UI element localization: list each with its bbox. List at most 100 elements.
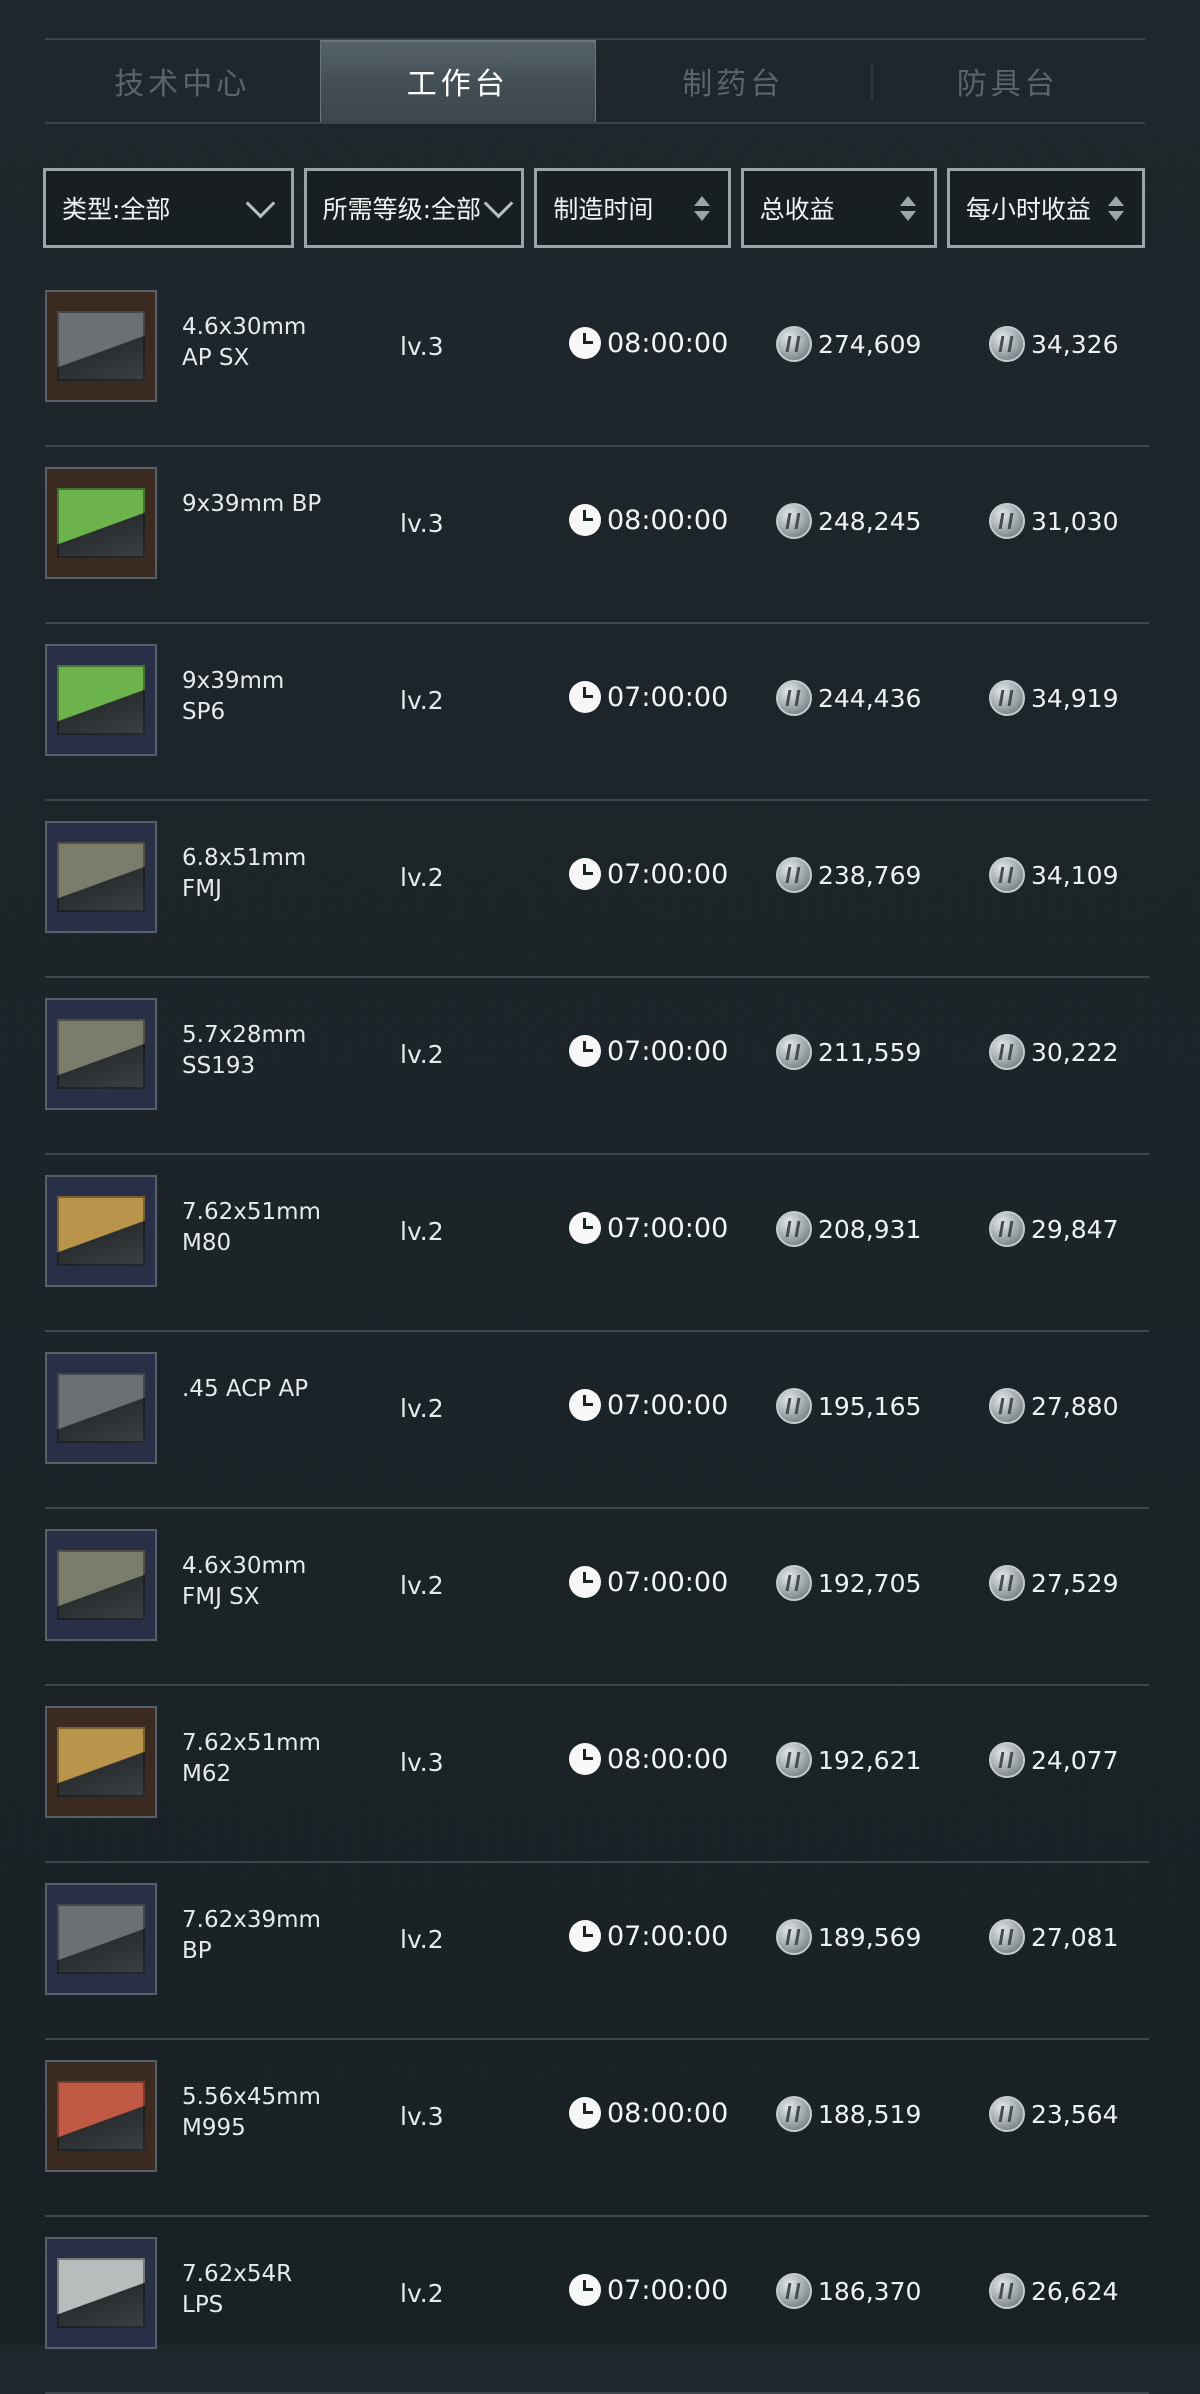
clock-icon: [569, 681, 601, 713]
list-item[interactable]: 7.62x51mm M62 lv.3 08:00:00 192,621 24,0…: [45, 1686, 1149, 1863]
list-item[interactable]: 9x39mm BP lv.3 08:00:00 248,245 31,030: [45, 447, 1149, 624]
hourly-profit-value: 29,847: [1031, 1214, 1119, 1244]
craft-time-value: 07:00:00: [607, 1389, 729, 1421]
clock-icon: [569, 1212, 601, 1244]
hourly-profit: 27,081: [989, 1919, 1118, 1955]
craft-time-value: 08:00:00: [607, 1743, 729, 1775]
required-level: lv.2: [400, 1925, 444, 1954]
clock-icon: [569, 1035, 601, 1067]
list-item[interactable]: 7.62x51mm M80 lv.2 07:00:00 208,931 29,8…: [45, 1155, 1149, 1332]
craft-time: 08:00:00: [569, 327, 728, 359]
chevron-down-icon: [484, 188, 514, 218]
list-item[interactable]: .45 ACP AP lv.2 07:00:00 195,165 27,880: [45, 1332, 1149, 1509]
coin-icon: [776, 1742, 812, 1778]
sort-icon: [899, 195, 916, 221]
total-profit: 244,436: [776, 680, 921, 716]
tab-armor[interactable]: 防具台: [870, 40, 1146, 122]
coin-icon: [989, 1034, 1025, 1070]
craft-time: 07:00:00: [569, 2274, 728, 2306]
ammo-box-icon[interactable]: [45, 1352, 157, 1464]
craft-time: 07:00:00: [569, 1389, 728, 1421]
tab-pharmacy[interactable]: 制药台: [596, 40, 871, 122]
ammo-box-icon[interactable]: [45, 2060, 157, 2172]
item-name: 7.62x51mm M62: [182, 1730, 321, 1787]
sort-icon: [693, 195, 710, 221]
tab-tech-center[interactable]: 技术中心: [45, 40, 320, 122]
ammo-box-icon[interactable]: [45, 290, 157, 402]
hourly-profit-value: 27,081: [1031, 1922, 1119, 1952]
sort-total-button[interactable]: 总收益: [740, 168, 937, 248]
ammo-box-image: [57, 1727, 145, 1797]
list-item[interactable]: 6.8x51mm FMJ lv.2 07:00:00 238,769 34,10…: [45, 801, 1149, 978]
ammo-box-icon[interactable]: [45, 467, 157, 579]
craft-time-value: 07:00:00: [607, 1035, 729, 1067]
craft-time: 07:00:00: [569, 681, 728, 713]
ammo-box-icon[interactable]: [45, 2237, 157, 2349]
level-filter-dropdown[interactable]: 所需等级:全部: [303, 168, 525, 248]
required-level: lv.2: [400, 1217, 444, 1246]
hourly-profit: 23,564: [989, 2096, 1118, 2132]
total-profit-value: 186,370: [818, 2276, 922, 2306]
ammo-box-image: [57, 1904, 145, 1974]
craft-time: 07:00:00: [569, 1035, 728, 1067]
hourly-profit-value: 30,222: [1031, 1037, 1119, 1067]
total-profit-value: 195,165: [818, 1391, 922, 1421]
item-name: 5.56x45mm M995: [182, 2084, 321, 2141]
craft-time: 07:00:00: [569, 1920, 728, 1952]
sort-time-button[interactable]: 制造时间: [534, 168, 731, 248]
coin-icon: [776, 2273, 812, 2309]
coin-icon: [989, 1742, 1025, 1778]
hourly-profit-value: 27,880: [1031, 1391, 1119, 1421]
coin-icon: [989, 503, 1025, 539]
coin-icon: [989, 680, 1025, 716]
total-profit: 238,769: [776, 857, 921, 893]
total-profit-value: 208,931: [818, 1214, 922, 1244]
ammo-box-icon[interactable]: [45, 998, 157, 1110]
craft-time-value: 07:00:00: [607, 1920, 729, 1952]
ammo-box-image: [57, 2081, 145, 2151]
list-item[interactable]: 4.6x30mm AP SX lv.3 08:00:00 274,609 34,…: [45, 270, 1149, 447]
ammo-box-icon[interactable]: [45, 1883, 157, 1995]
list-item[interactable]: 4.6x30mm FMJ SX lv.2 07:00:00 192,705 27…: [45, 1509, 1149, 1686]
list-item[interactable]: 9x39mm SP6 lv.2 07:00:00 244,436 34,919: [45, 624, 1149, 801]
ammo-box-icon[interactable]: [45, 821, 157, 933]
hourly-profit-value: 34,919: [1031, 683, 1119, 713]
ammo-box-image: [57, 1019, 145, 1089]
clock-icon: [569, 504, 601, 536]
ammo-box-image: [57, 1196, 145, 1266]
craft-time-value: 07:00:00: [607, 2274, 729, 2306]
craft-time-value: 07:00:00: [607, 1566, 729, 1598]
coin-icon: [989, 326, 1025, 362]
list-item[interactable]: 5.56x45mm M995 lv.3 08:00:00 188,519 23,…: [45, 2040, 1149, 2217]
total-profit-value: 189,569: [818, 1922, 922, 1952]
coin-icon: [989, 2096, 1025, 2132]
ammo-box-icon[interactable]: [45, 1175, 157, 1287]
hourly-profit-value: 31,030: [1031, 506, 1119, 536]
list-item[interactable]: 5.7x28mm SS193 lv.2 07:00:00 211,559 30,…: [45, 978, 1149, 1155]
ammo-box-image: [57, 842, 145, 912]
sort-hourly-button[interactable]: 每小时收益: [946, 168, 1145, 248]
clock-icon: [569, 1389, 601, 1421]
craft-time: 07:00:00: [569, 858, 728, 890]
list-item[interactable]: 7.62x39mm BP lv.2 07:00:00 189,569 27,08…: [45, 1863, 1149, 2040]
coin-icon: [989, 2273, 1025, 2309]
craft-time-value: 08:00:00: [607, 327, 729, 359]
item-name: 4.6x30mm AP SX: [182, 314, 307, 371]
total-profit: 192,705: [776, 1565, 921, 1601]
total-profit: 208,931: [776, 1211, 921, 1247]
tab-workbench[interactable]: 工作台: [319, 40, 596, 122]
ammo-box-icon[interactable]: [45, 644, 157, 756]
ammo-box-icon[interactable]: [45, 1706, 157, 1818]
workbench-tabs: 技术中心 工作台 制药台 防具台: [45, 38, 1145, 124]
coin-icon: [776, 2096, 812, 2132]
item-name: 5.7x28mm SS193: [182, 1022, 307, 1079]
list-item[interactable]: 7.62x54R LPS lv.2 07:00:00 186,370 26,62…: [45, 2217, 1149, 2394]
ammo-box-icon[interactable]: [45, 1529, 157, 1641]
total-profit: 186,370: [776, 2273, 921, 2309]
coin-icon: [776, 1565, 812, 1601]
item-name: 6.8x51mm FMJ: [182, 845, 307, 902]
ammo-box-image: [57, 488, 145, 558]
craft-time-value: 07:00:00: [607, 858, 729, 890]
type-filter-dropdown[interactable]: 类型:全部: [43, 168, 294, 248]
hourly-profit-value: 26,624: [1031, 2276, 1119, 2306]
